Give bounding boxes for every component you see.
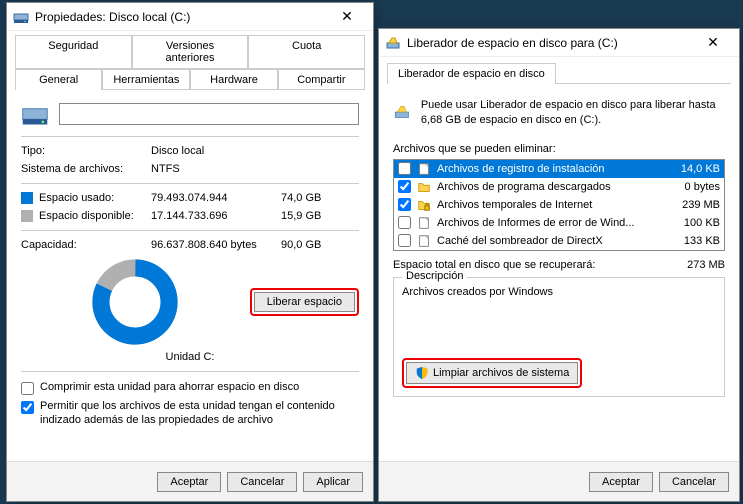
- cap-label: Capacidad:: [21, 239, 151, 251]
- lock-icon: [417, 198, 431, 212]
- index-checkbox-row[interactable]: Permitir que los archivos de esta unidad…: [21, 399, 359, 428]
- titlebar[interactable]: Propiedades: Disco local (C:) ✕: [7, 3, 373, 31]
- close-button[interactable]: ✕: [693, 31, 733, 55]
- description-title: Descripción: [402, 270, 467, 282]
- highlight-clean: Limpiar archivos de sistema: [402, 358, 582, 388]
- fs-value: NTFS: [151, 163, 359, 175]
- index-checkbox[interactable]: [21, 401, 34, 414]
- used-gb: 74,0 GB: [281, 192, 341, 204]
- type-value: Disco local: [151, 145, 359, 157]
- cleanup-icon-large: [393, 98, 411, 126]
- file-name: Archivos temporales de Internet: [437, 199, 659, 211]
- intro-text: Puede usar Liberador de espacio en disco…: [421, 98, 725, 129]
- free-gb: 15,9 GB: [281, 210, 341, 222]
- apply-button[interactable]: Aplicar: [303, 472, 363, 492]
- tab-compartir[interactable]: Compartir: [278, 69, 365, 90]
- file-checkbox[interactable]: [398, 216, 411, 229]
- usage-donut-chart: [90, 257, 180, 347]
- file-checkbox[interactable]: [398, 198, 411, 211]
- cancel-button[interactable]: Cancelar: [659, 472, 729, 492]
- file-name: Archivos de programa descargados: [437, 181, 659, 193]
- file-row[interactable]: Caché del sombreador de DirectX 133 KB: [394, 232, 724, 250]
- file-checkbox[interactable]: [398, 180, 411, 193]
- cleanup-panel: Puede usar Liberador de espacio en disco…: [379, 84, 739, 456]
- window-title: Liberador de espacio en disco para (C:): [407, 36, 693, 50]
- tab-versiones[interactable]: Versiones anteriores: [132, 35, 249, 69]
- file-icon: [417, 234, 431, 248]
- tab-cuota[interactable]: Cuota: [248, 35, 365, 69]
- description-group: Descripción Archivos creados por Windows…: [393, 277, 725, 397]
- file-name: Caché del sombreador de DirectX: [437, 235, 659, 247]
- titlebar[interactable]: Liberador de espacio en disco para (C:) …: [379, 29, 739, 57]
- close-button[interactable]: ✕: [327, 5, 367, 29]
- description-text: Archivos creados por Windows: [402, 286, 716, 298]
- fs-label: Sistema de archivos:: [21, 163, 151, 175]
- shield-icon: [415, 366, 429, 380]
- file-size: 14,0 KB: [665, 163, 720, 175]
- dialog-footer: Aceptar Cancelar Aplicar: [7, 461, 373, 501]
- file-row[interactable]: Archivos temporales de Internet 239 MB: [394, 196, 724, 214]
- window-title: Propiedades: Disco local (C:): [35, 10, 327, 24]
- drive-name-input[interactable]: [59, 103, 359, 125]
- drive-icon: [13, 9, 29, 25]
- cleanup-icon: [385, 35, 401, 51]
- free-bytes: 17.144.733.696: [151, 210, 281, 222]
- tab-herramientas[interactable]: Herramientas: [102, 69, 190, 90]
- total-value: 273 MB: [687, 259, 725, 271]
- file-checkbox[interactable]: [398, 234, 411, 247]
- file-row[interactable]: Archivos de programa descargados 0 bytes: [394, 178, 724, 196]
- file-list[interactable]: Archivos de registro de instalación 14,0 …: [393, 159, 725, 251]
- properties-dialog: Propiedades: Disco local (C:) ✕ Segurida…: [6, 2, 374, 502]
- tab-seguridad[interactable]: Seguridad: [15, 35, 132, 69]
- cap-gb: 90,0 GB: [281, 239, 341, 251]
- file-size: 100 KB: [665, 217, 720, 229]
- tab-strip: Liberador de espacio en disco: [379, 57, 739, 84]
- drive-icon-large: [21, 100, 49, 128]
- tab-strip: Seguridad Versiones anteriores Cuota Gen…: [7, 31, 373, 90]
- cancel-button[interactable]: Cancelar: [227, 472, 297, 492]
- ok-button[interactable]: Aceptar: [157, 472, 221, 492]
- tab-hardware[interactable]: Hardware: [190, 69, 277, 90]
- file-name: Archivos de registro de instalación: [437, 163, 659, 175]
- cap-bytes: 96.637.808.640 bytes: [151, 239, 281, 251]
- file-size: 133 KB: [665, 235, 720, 247]
- free-label: Espacio disponible:: [21, 210, 151, 222]
- file-checkbox[interactable]: [398, 162, 411, 175]
- dialog-footer: Aceptar Cancelar: [379, 461, 739, 501]
- unit-label: Unidad C:: [21, 351, 359, 363]
- used-label: Espacio usado:: [21, 192, 151, 204]
- file-icon: [417, 216, 431, 230]
- compress-checkbox[interactable]: [21, 382, 34, 395]
- file-name: Archivos de Informes de error de Wind...: [437, 217, 659, 229]
- folder-icon: [417, 180, 431, 194]
- used-bytes: 79.493.074.944: [151, 192, 281, 204]
- index-label: Permitir que los archivos de esta unidad…: [40, 399, 359, 428]
- compress-checkbox-row[interactable]: Comprimir esta unidad para ahorrar espac…: [21, 380, 359, 395]
- general-panel: Tipo: Disco local Sistema de archivos: N…: [7, 90, 373, 488]
- clean-button-label: Limpiar archivos de sistema: [433, 367, 569, 379]
- highlight-liberar: Liberar espacio: [250, 288, 359, 316]
- liberar-espacio-button[interactable]: Liberar espacio: [254, 292, 355, 312]
- ok-button[interactable]: Aceptar: [589, 472, 653, 492]
- files-label: Archivos que se pueden eliminar:: [393, 143, 725, 155]
- tab-general[interactable]: General: [15, 69, 102, 90]
- tab-cleanup[interactable]: Liberador de espacio en disco: [387, 63, 556, 84]
- file-size: 0 bytes: [665, 181, 720, 193]
- disk-cleanup-dialog: Liberador de espacio en disco para (C:) …: [378, 28, 740, 502]
- type-label: Tipo:: [21, 145, 151, 157]
- compress-label: Comprimir esta unidad para ahorrar espac…: [40, 380, 299, 394]
- file-row[interactable]: Archivos de registro de instalación 14,0 …: [394, 160, 724, 178]
- file-icon: [417, 162, 431, 176]
- clean-system-files-button[interactable]: Limpiar archivos de sistema: [406, 362, 578, 384]
- file-size: 239 MB: [665, 199, 720, 211]
- file-row[interactable]: Archivos de Informes de error de Wind...…: [394, 214, 724, 232]
